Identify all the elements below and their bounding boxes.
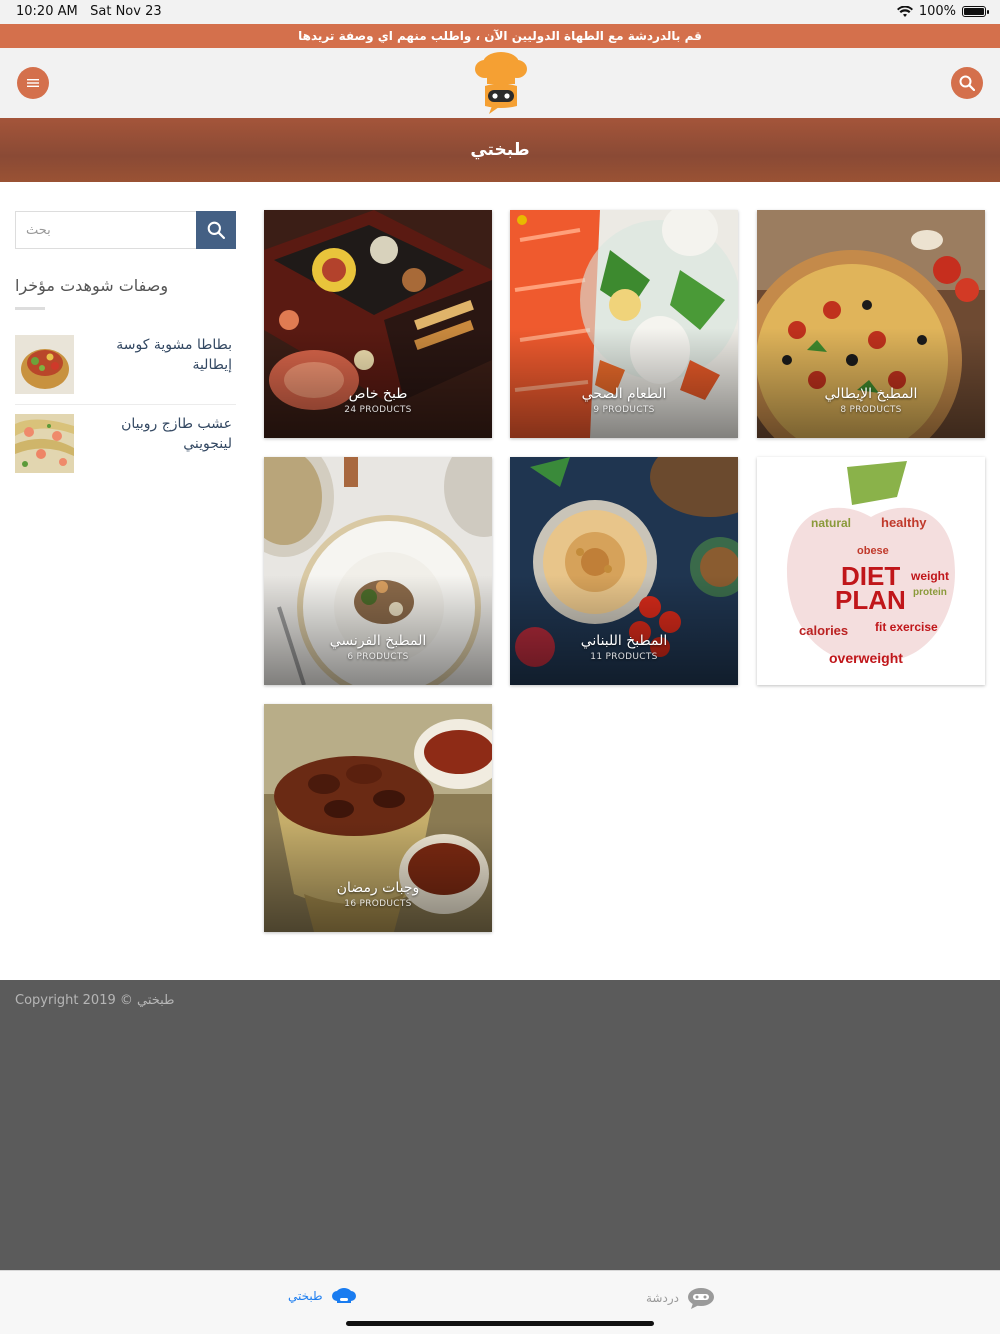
recent-recipe-item[interactable]: عشب طازج روبيان لينجويني — [15, 414, 236, 478]
chef-logo-icon[interactable] — [472, 50, 530, 116]
category-count: 11 PRODUCTS — [590, 652, 658, 662]
card-shade — [510, 575, 738, 685]
promo-banner[interactable]: قم بالدردشة مع الطهاة الدوليين الآن ، وا… — [0, 24, 1000, 48]
search-input[interactable]: بحث — [15, 211, 196, 249]
status-bar: 10:20 AM Sat Nov 23 100% — [0, 0, 1000, 24]
category-title[interactable]: المطبخ الفرنسي — [264, 633, 492, 649]
page-title: طبختي — [0, 118, 1000, 182]
card-shade — [510, 328, 738, 438]
tab-chat[interactable]: دردشة — [646, 1287, 715, 1309]
category-count: 8 PRODUCTS — [840, 405, 902, 415]
diet-word: calories — [799, 623, 848, 638]
diet-word: overweight — [829, 650, 903, 666]
category-count: 24 PRODUCTS — [344, 405, 412, 415]
search-icon — [959, 75, 975, 91]
recipe-thumbnail[interactable] — [15, 335, 74, 394]
diet-word: protein — [913, 587, 947, 598]
list-divider — [15, 404, 236, 405]
diet-word: fit exercise — [875, 620, 938, 634]
tab-label: طبختي — [288, 1289, 323, 1303]
status-right: 100% — [896, 4, 989, 19]
header-search-button[interactable] — [951, 67, 983, 99]
category-title[interactable]: الطعام الصحي — [510, 386, 738, 402]
battery-icon — [962, 6, 989, 17]
category-title[interactable]: المطبخ اللبناني — [510, 633, 738, 649]
card-shade — [757, 328, 985, 438]
site-footer: Copyright 2019 © طبختي — [0, 980, 1000, 1270]
category-title[interactable]: المطبخ الإيطالي — [757, 386, 985, 402]
category-count: 6 PRODUCTS — [347, 652, 409, 662]
chef-hat-icon — [331, 1288, 356, 1303]
category-card-ramadan[interactable]: وجبات رمضان 16 PRODUCTS — [264, 704, 492, 932]
category-card-french[interactable]: المطبخ الفرنسي 6 PRODUCTS — [264, 457, 492, 685]
category-card-lebanese[interactable]: المطبخ اللبناني 11 PRODUCTS — [510, 457, 738, 685]
diet-word: obese — [857, 545, 889, 557]
diet-word: natural — [811, 516, 851, 530]
card-shade — [264, 328, 492, 438]
category-card-diet[interactable]: natural healthy DIET PLAN calories fit e… — [757, 457, 985, 685]
recipe-title[interactable]: عشب طازج روبيان لينجويني — [87, 414, 232, 454]
recipe-thumbnail[interactable] — [15, 414, 74, 473]
search-submit-button[interactable] — [196, 211, 236, 249]
category-card-healthy[interactable]: الطعام الصحي 9 PRODUCTS — [510, 210, 738, 438]
tab-label: دردشة — [646, 1291, 679, 1305]
battery-percent: 100% — [918, 4, 956, 19]
card-shade — [264, 575, 492, 685]
recent-recipes-heading: وصفات شوهدت مؤخرا — [15, 276, 169, 295]
category-card-italian[interactable]: المطبخ الإيطالي 8 PRODUCTS — [757, 210, 985, 438]
copyright-text: Copyright 2019 © طبختي — [15, 993, 175, 1008]
card-shade — [264, 822, 492, 932]
status-time: 10:20 AM Sat Nov 23 — [16, 4, 162, 19]
category-title[interactable]: طبخ خاص — [264, 386, 492, 402]
search-icon — [207, 221, 225, 239]
wifi-icon — [896, 5, 913, 17]
category-card-special[interactable]: طبخ خاص 24 PRODUCTS — [264, 210, 492, 438]
diet-word: healthy — [881, 515, 927, 530]
site-header — [0, 48, 1000, 118]
diet-word: PLAN — [835, 585, 906, 615]
heading-divider — [15, 307, 45, 310]
tab-home[interactable]: طبختي — [288, 1287, 357, 1305]
home-indicator — [346, 1321, 654, 1326]
category-count: 9 PRODUCTS — [593, 405, 655, 415]
sidebar-search: بحث — [15, 211, 236, 249]
category-image: natural healthy DIET PLAN calories fit e… — [757, 457, 985, 685]
menu-button[interactable] — [17, 67, 49, 99]
chat-bubble-icon — [687, 1288, 714, 1309]
category-title[interactable]: وجبات رمضان — [264, 880, 492, 896]
menu-icon — [27, 79, 39, 87]
recipe-title[interactable]: بطاطا مشوية كوسة إيطالية — [87, 335, 232, 375]
recent-recipe-item[interactable]: بطاطا مشوية كوسة إيطالية — [15, 335, 236, 399]
diet-word: weight — [910, 569, 949, 583]
category-count: 16 PRODUCTS — [344, 899, 412, 909]
